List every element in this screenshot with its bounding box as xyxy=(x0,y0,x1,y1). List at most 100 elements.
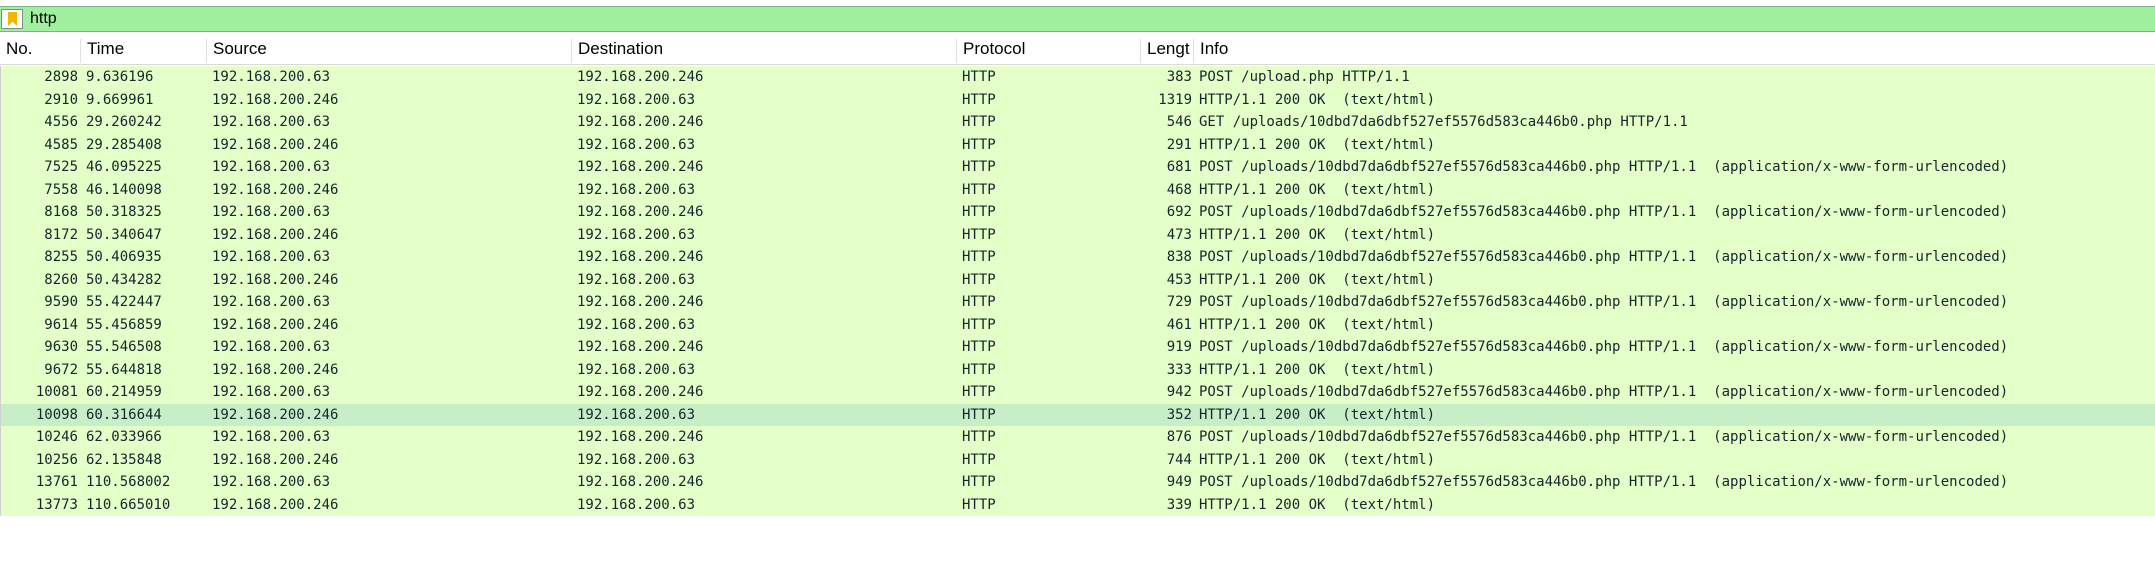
packet-info: HTTP/1.1 200 OK (text/html) xyxy=(1199,136,1436,153)
packet-destination: 192.168.200.246 xyxy=(577,474,704,490)
packet-time: 62.135848 xyxy=(86,451,162,468)
packet-info: POST /uploads/10dbd7da6dbf527ef5576d583c… xyxy=(1199,294,2009,310)
packet-protocol: HTTP xyxy=(962,181,996,198)
packet-length: 692 xyxy=(1166,204,1192,220)
packet-number: 10256 xyxy=(35,451,78,468)
packet-row[interactable]: 10081 60.214959 192.168.200.63 192.168.200.… xyxy=(1,381,2155,404)
packet-protocol: HTTP xyxy=(962,204,996,220)
column-header-info[interactable]: Info xyxy=(1193,39,2155,63)
column-header-source[interactable]: Source xyxy=(206,39,571,63)
packet-protocol: HTTP xyxy=(962,474,996,490)
packet-info: POST /uploads/10dbd7da6dbf527ef5576d583c… xyxy=(1199,204,2009,220)
packet-number: 13773 xyxy=(35,496,78,513)
column-header-time[interactable]: Time xyxy=(80,39,206,63)
packet-length: 383 xyxy=(1166,69,1192,85)
packet-protocol: HTTP xyxy=(962,406,996,423)
packet-time: 9.636196 xyxy=(86,69,154,85)
packet-source: 192.168.200.246 xyxy=(212,316,339,333)
packet-destination: 192.168.200.63 xyxy=(577,136,696,153)
packet-time: 55.644818 xyxy=(86,361,162,378)
packet-row[interactable]: 8168 50.318325 192.168.200.63 192.168.200.2… xyxy=(1,201,2155,224)
packet-row[interactable]: 9614 55.456859 192.168.200.246 192.168.200.… xyxy=(1,313,2155,336)
packet-length: 681 xyxy=(1166,159,1192,175)
packet-row[interactable]: 4585 29.285408 192.168.200.246 192.168.200.… xyxy=(1,133,2155,156)
packet-info: HTTP/1.1 200 OK (text/html) xyxy=(1199,91,1436,108)
packet-row[interactable]: 10098 60.316644 192.168.200.246 192.168.200… xyxy=(1,403,2155,426)
packet-destination: 192.168.200.63 xyxy=(577,361,696,378)
packet-destination: 192.168.200.63 xyxy=(577,271,696,288)
packet-row[interactable]: 13773 110.665010 192.168.200.246 192.168.20… xyxy=(1,493,2155,516)
packet-number: 10246 xyxy=(35,429,78,445)
packet-time: 50.406935 xyxy=(86,249,162,265)
packet-time: 110.665010 xyxy=(86,496,171,513)
packet-info: HTTP/1.1 200 OK (text/html) xyxy=(1199,316,1436,333)
column-header-length[interactable]: Lengt xyxy=(1140,39,1193,63)
column-header-destination[interactable]: Destination xyxy=(571,39,956,63)
packet-source: 192.168.200.246 xyxy=(212,136,339,153)
packet-length: 546 xyxy=(1166,114,1192,130)
packet-source: 192.168.200.63 xyxy=(212,429,331,445)
packet-number: 9630 xyxy=(44,339,78,355)
packet-number: 13761 xyxy=(35,474,78,490)
packet-time: 110.568002 xyxy=(86,474,171,490)
packet-row[interactable]: 10246 62.033966 192.168.200.63 192.168.200.… xyxy=(1,426,2155,449)
packet-info: POST /uploads/10dbd7da6dbf527ef5576d583c… xyxy=(1199,339,2009,355)
packet-protocol: HTTP xyxy=(962,361,996,378)
packet-length: 949 xyxy=(1166,474,1192,490)
column-header-no[interactable]: No. xyxy=(0,39,80,63)
packet-row[interactable]: 9630 55.546508 192.168.200.63 192.168.200.2… xyxy=(1,336,2155,359)
packet-protocol: HTTP xyxy=(962,69,996,85)
packet-time: 29.260242 xyxy=(86,114,162,130)
packet-row[interactable]: 9672 55.644818 192.168.200.246 192.168.200.… xyxy=(1,358,2155,381)
packet-info: HTTP/1.1 200 OK (text/html) xyxy=(1199,271,1436,288)
packet-length: 876 xyxy=(1166,429,1192,445)
packet-row[interactable]: 4556 29.260242 192.168.200.63 192.168.200.2… xyxy=(1,111,2155,134)
packet-row[interactable]: 8260 50.434282 192.168.200.246 192.168.200.… xyxy=(1,268,2155,291)
packet-row[interactable]: 8172 50.340647 192.168.200.246 192.168.200.… xyxy=(1,223,2155,246)
display-filter-input[interactable]: http xyxy=(30,10,57,28)
packet-protocol: HTTP xyxy=(962,384,996,400)
packet-length: 744 xyxy=(1166,451,1192,468)
packet-number: 9614 xyxy=(44,316,78,333)
packet-protocol: HTTP xyxy=(962,316,996,333)
packet-time: 55.456859 xyxy=(86,316,162,333)
packet-row[interactable]: 8255 50.406935 192.168.200.63 192.168.200.2… xyxy=(1,246,2155,269)
packet-info: HTTP/1.1 200 OK (text/html) xyxy=(1199,406,1436,423)
packet-info: HTTP/1.1 200 OK (text/html) xyxy=(1199,226,1436,243)
packet-number: 8255 xyxy=(44,249,78,265)
packet-time: 50.340647 xyxy=(86,226,162,243)
packet-time: 60.214959 xyxy=(86,384,162,400)
packet-row[interactable]: 9590 55.422447 192.168.200.63 192.168.200.2… xyxy=(1,291,2155,314)
packet-protocol: HTTP xyxy=(962,249,996,265)
column-header-protocol[interactable]: Protocol xyxy=(956,39,1140,63)
packet-source: 192.168.200.63 xyxy=(212,114,331,130)
packet-row[interactable]: 7558 46.140098 192.168.200.246 192.168.200.… xyxy=(1,178,2155,201)
packet-length: 838 xyxy=(1166,249,1192,265)
packet-source: 192.168.200.63 xyxy=(212,159,331,175)
packet-row[interactable]: 2910 9.669961 192.168.200.246 192.168.200.6… xyxy=(1,88,2155,111)
packet-row[interactable]: 7525 46.095225 192.168.200.63 192.168.200.2… xyxy=(1,156,2155,179)
packet-length: 468 xyxy=(1166,181,1192,198)
packet-row[interactable]: 10256 62.135848 192.168.200.246 192.168.200… xyxy=(1,448,2155,471)
packet-number: 2898 xyxy=(44,69,78,85)
packet-length: 473 xyxy=(1166,226,1192,243)
packet-protocol: HTTP xyxy=(962,339,996,355)
packet-length: 461 xyxy=(1166,316,1192,333)
packet-time: 50.318325 xyxy=(86,204,162,220)
packet-protocol: HTTP xyxy=(962,429,996,445)
packet-info: HTTP/1.1 200 OK (text/html) xyxy=(1199,361,1436,378)
packet-source: 192.168.200.63 xyxy=(212,204,331,220)
packet-row[interactable]: 2898 9.636196 192.168.200.63 192.168.200.24… xyxy=(1,66,2155,89)
packet-info: HTTP/1.1 200 OK (text/html) xyxy=(1199,181,1436,198)
packet-time: 9.669961 xyxy=(86,91,154,108)
packet-info: GET /uploads/10dbd7da6dbf527ef5576d583ca… xyxy=(1199,114,1688,130)
packet-destination: 192.168.200.63 xyxy=(577,226,696,243)
packet-list: 2898 9.636196 192.168.200.63 192.168.200.24… xyxy=(0,66,2155,516)
packet-row[interactable]: 13761 110.568002 192.168.200.63 192.168.200… xyxy=(1,471,2155,494)
bookmark-icon[interactable] xyxy=(1,9,23,29)
display-filter-bar: http xyxy=(0,6,2155,32)
packet-source: 192.168.200.63 xyxy=(212,294,331,310)
packet-destination: 192.168.200.63 xyxy=(577,181,696,198)
packet-source: 192.168.200.246 xyxy=(212,271,339,288)
packet-source: 192.168.200.246 xyxy=(212,91,339,108)
